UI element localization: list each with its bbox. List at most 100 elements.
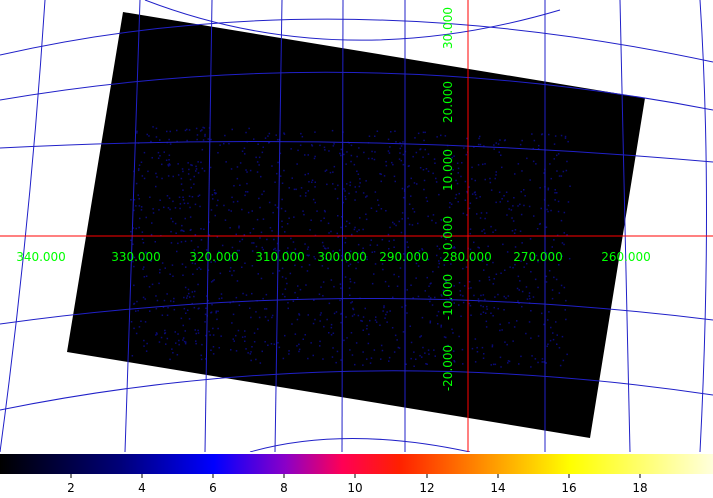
noise-pixel — [478, 280, 481, 282]
noise-pixel — [140, 206, 143, 208]
noise-pixel — [175, 342, 177, 344]
noise-pixel — [202, 139, 205, 141]
noise-pixel — [388, 285, 390, 287]
noise-pixel — [506, 214, 508, 216]
noise-pixel — [494, 363, 497, 366]
noise-pixel — [159, 271, 161, 274]
noise-pixel — [159, 268, 161, 271]
noise-pixel — [152, 212, 155, 214]
noise-pixel — [333, 143, 335, 145]
noise-pixel — [285, 277, 287, 280]
ra-label: 290.000 — [379, 250, 429, 264]
noise-pixel — [182, 170, 184, 173]
noise-pixel — [455, 193, 458, 196]
noise-pixel — [432, 172, 434, 175]
noise-pixel — [400, 231, 403, 234]
noise-pixel — [562, 359, 565, 362]
noise-pixel — [180, 177, 183, 180]
noise-pixel — [395, 141, 397, 143]
noise-pixel — [428, 295, 430, 298]
noise-pixel — [286, 282, 288, 285]
noise-pixel — [401, 218, 403, 220]
noise-pixel — [557, 153, 560, 155]
noise-pixel — [481, 346, 484, 349]
noise-pixel — [359, 178, 361, 180]
noise-pixel — [511, 217, 513, 219]
noise-pixel — [402, 163, 405, 166]
noise-pixel — [554, 135, 557, 137]
noise-pixel — [297, 285, 299, 287]
noise-pixel — [212, 346, 215, 348]
noise-pixel — [160, 336, 163, 339]
noise-pixel — [348, 222, 351, 225]
noise-pixel — [348, 192, 350, 195]
noise-pixel — [301, 135, 304, 138]
noise-pixel — [250, 359, 252, 362]
noise-pixel — [473, 294, 475, 297]
noise-pixel — [424, 131, 426, 134]
noise-pixel — [189, 206, 191, 209]
noise-pixel — [427, 170, 430, 173]
noise-pixel — [249, 353, 252, 355]
noise-pixel — [500, 366, 502, 368]
image-viewer-canvas[interactable]: 340.000 330.000 320.000 310.000 300.000 … — [0, 0, 713, 452]
noise-pixel — [475, 197, 478, 199]
noise-pixel — [405, 363, 407, 365]
noise-pixel — [318, 293, 321, 295]
noise-pixel — [287, 307, 289, 310]
noise-pixel — [456, 162, 459, 164]
noise-pixel — [422, 156, 424, 158]
noise-pixel — [419, 336, 421, 338]
noise-pixel — [434, 162, 436, 164]
noise-pixel — [357, 243, 360, 246]
noise-pixel — [562, 170, 565, 173]
noise-pixel — [302, 210, 304, 212]
noise-pixel — [201, 129, 203, 131]
noise-pixel — [257, 143, 259, 145]
noise-pixel — [170, 300, 172, 302]
noise-pixel — [374, 263, 377, 265]
noise-pixel — [531, 133, 533, 135]
noise-pixel — [183, 202, 186, 205]
noise-pixel — [389, 146, 391, 148]
noise-pixel — [190, 164, 192, 166]
noise-pixel — [262, 218, 265, 220]
noise-pixel — [340, 287, 342, 289]
noise-pixel — [155, 136, 158, 138]
noise-pixel — [543, 361, 545, 363]
noise-pixel — [332, 347, 334, 349]
noise-pixel — [513, 232, 516, 234]
noise-pixel — [195, 170, 197, 172]
noise-pixel — [469, 228, 472, 230]
colorbar[interactable]: 2 4 6 8 10 12 14 16 18 — [0, 452, 713, 498]
noise-pixel — [305, 284, 307, 286]
noise-pixel — [295, 188, 297, 191]
noise-pixel — [302, 338, 304, 340]
noise-pixel — [211, 303, 213, 306]
noise-pixel — [454, 197, 457, 199]
noise-pixel — [344, 190, 346, 192]
noise-pixel — [457, 172, 459, 174]
noise-pixel — [265, 308, 268, 310]
noise-pixel — [203, 228, 205, 230]
noise-pixel — [133, 265, 135, 268]
noise-pixel — [337, 184, 339, 187]
noise-pixel — [386, 321, 388, 323]
noise-pixel — [484, 163, 486, 165]
noise-pixel — [499, 323, 501, 326]
noise-pixel — [182, 229, 184, 232]
noise-pixel — [492, 231, 494, 233]
noise-pixel — [407, 186, 409, 188]
noise-pixel — [494, 229, 497, 231]
noise-pixel — [549, 339, 552, 342]
noise-pixel — [422, 131, 425, 134]
noise-pixel — [546, 208, 548, 211]
noise-pixel — [387, 233, 390, 236]
noise-pixel — [274, 204, 277, 206]
noise-pixel — [560, 219, 563, 222]
noise-pixel — [148, 135, 150, 137]
noise-pixel — [213, 189, 216, 191]
noise-pixel — [490, 189, 493, 191]
noise-pixel — [155, 127, 158, 130]
noise-pixel — [553, 143, 556, 145]
